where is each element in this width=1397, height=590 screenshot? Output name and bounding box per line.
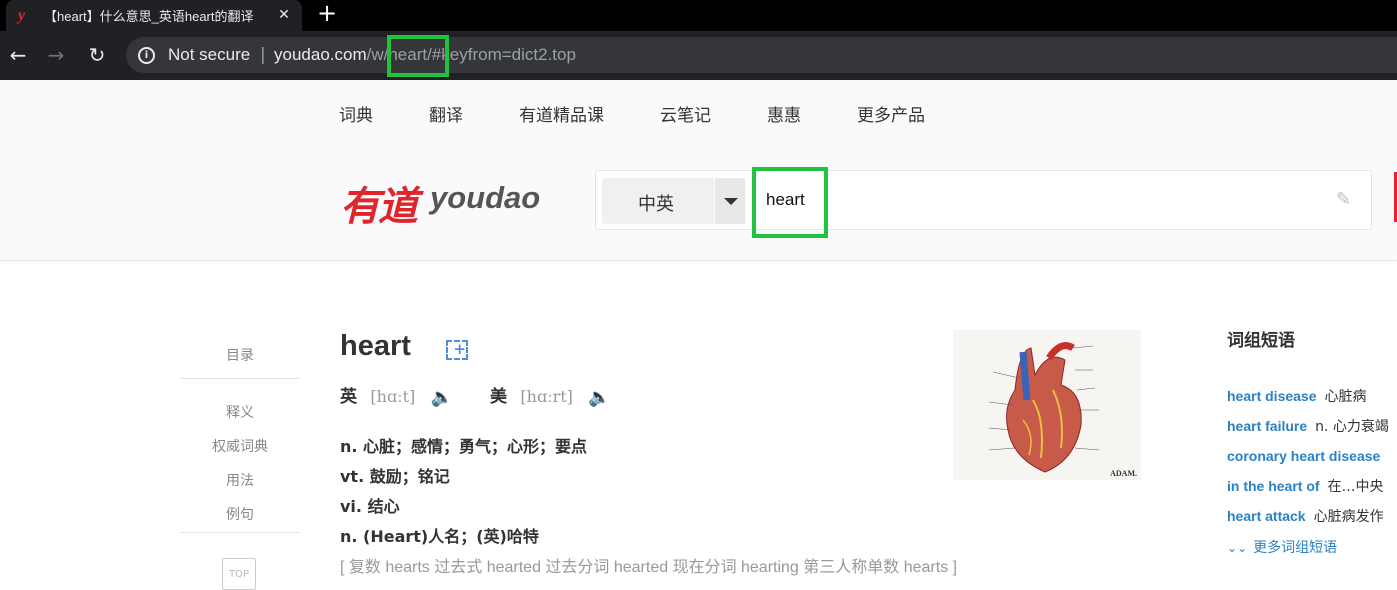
- phrase-link[interactable]: heart attack: [1227, 508, 1306, 524]
- top-navigation: 词典 翻译 有道精品课 云笔记 惠惠 更多产品: [339, 101, 981, 126]
- browser-tab[interactable]: y 【heart】什么意思_英语heart的翻译 ✕: [6, 0, 302, 31]
- nav-translate[interactable]: 翻译: [429, 101, 463, 126]
- url-separator: |: [260, 45, 266, 65]
- list-item: heart failure n. 心力衰竭: [1227, 411, 1397, 441]
- uk-ipa: [hɑːt]: [370, 387, 416, 406]
- heart-anatomy-image[interactable]: ADAM.: [953, 330, 1141, 480]
- search-box: 中英 ✎: [595, 170, 1372, 230]
- phrases-panel: 词组短语 heart disease 心脏病 heart failure n. 心力…: [1227, 326, 1397, 557]
- uk-label: 英: [340, 387, 357, 407]
- url-host: youdao.com: [274, 45, 367, 64]
- phrase-link[interactable]: heart disease: [1227, 388, 1317, 404]
- edit-icon[interactable]: ✎: [1336, 189, 1358, 211]
- toc-divider: [180, 532, 300, 533]
- query-highlight-box: [752, 167, 828, 238]
- toc-item-examples[interactable]: 例句: [180, 498, 300, 532]
- list-item: heart attack 心脏病发作: [1227, 501, 1397, 531]
- add-to-wordbook-icon[interactable]: +: [446, 340, 468, 360]
- forward-arrow-icon[interactable]: →: [44, 43, 68, 67]
- not-secure-label: Not secure: [168, 45, 251, 64]
- us-ipa: [hɑːrt]: [520, 387, 573, 406]
- more-phrases-label: 更多词组短语: [1253, 540, 1338, 556]
- nav-more-products[interactable]: 更多产品: [857, 101, 925, 126]
- uk-pronunciation: 英 [hɑːt] 🔈: [340, 382, 453, 408]
- phrase-meaning: n. 心力衰竭: [1315, 419, 1389, 435]
- translation-line: n. (Heart)人名；(英)哈特: [340, 527, 539, 546]
- toc-item-definitions[interactable]: 释义: [180, 396, 300, 430]
- phrase-meaning: 心脏病: [1324, 389, 1367, 405]
- url-highlight-box: [387, 35, 449, 77]
- youdao-favicon-icon: y: [18, 6, 26, 24]
- image-credit: ADAM.: [1110, 469, 1137, 478]
- toc-item-usage[interactable]: 用法: [180, 464, 300, 498]
- speaker-icon[interactable]: 🔈: [431, 387, 453, 408]
- new-tab-button[interactable]: +: [312, 0, 342, 28]
- phrases-title: 词组短语: [1227, 331, 1295, 351]
- translation-line: vt. 鼓励；铭记: [340, 467, 450, 486]
- toc-item-authoritative[interactable]: 权威词典: [180, 430, 300, 464]
- back-arrow-icon[interactable]: ←: [6, 43, 30, 67]
- double-chevron-down-icon: ⌄⌄: [1227, 541, 1248, 555]
- phrase-link[interactable]: coronary heart disease: [1227, 448, 1380, 464]
- list-item: coronary heart disease: [1227, 441, 1397, 471]
- translation-line: n. 心脏；感情；勇气；心形；要点: [340, 437, 588, 456]
- address-bar[interactable]: i Not secure | youdao.com/w/heart/#keyfr…: [126, 37, 1397, 73]
- nav-cloud-notes[interactable]: 云笔记: [660, 101, 711, 126]
- speaker-icon[interactable]: 🔈: [588, 387, 610, 408]
- nav-courses[interactable]: 有道精品课: [519, 101, 604, 126]
- language-select[interactable]: 中英: [602, 178, 745, 224]
- translation-line: vi. 结心: [340, 497, 400, 516]
- phrase-meaning: 在…中央: [1327, 479, 1384, 495]
- browser-toolbar: ← → ↻ i Not secure | youdao.com/w/heart/…: [0, 31, 1397, 80]
- logo-en-text: youdao: [430, 180, 541, 215]
- tab-close-icon[interactable]: ✕: [274, 5, 294, 25]
- logo-cn-text: 有道: [340, 183, 418, 230]
- more-phrases-link[interactable]: ⌄⌄ 更多词组短语: [1227, 537, 1397, 557]
- phrase-link[interactable]: heart failure: [1227, 418, 1307, 434]
- phrase-meaning: 心脏病发作: [1313, 509, 1384, 525]
- site-header: 词典 翻译 有道精品课 云笔记 惠惠 更多产品 有道 youdao 中英 ✎: [0, 80, 1397, 261]
- reload-icon[interactable]: ↻: [85, 43, 109, 67]
- nav-huihui[interactable]: 惠惠: [767, 101, 801, 126]
- word-forms: [ 复数 hearts 过去式 hearted 过去分词 hearted 现在分…: [340, 559, 958, 576]
- headword: heart: [340, 330, 411, 362]
- chevron-down-icon[interactable]: [714, 178, 745, 224]
- list-item: in the heart of 在…中央: [1227, 471, 1397, 501]
- heart-illustration: [988, 342, 1100, 473]
- info-icon[interactable]: i: [138, 47, 155, 64]
- tab-title: 【heart】什么意思_英语heart的翻译: [44, 9, 254, 24]
- us-label: 美: [490, 387, 507, 407]
- phrase-link[interactable]: in the heart of: [1227, 478, 1320, 494]
- toc-title: 目录: [180, 345, 300, 379]
- search-input[interactable]: [766, 183, 1326, 217]
- us-pronunciation: 美 [hɑːrt] 🔈: [490, 382, 611, 408]
- language-label: 中英: [638, 194, 674, 215]
- youdao-logo[interactable]: 有道 youdao: [340, 174, 550, 230]
- nav-dictionary[interactable]: 词典: [339, 101, 373, 126]
- browser-tab-strip: y 【heart】什么意思_英语heart的翻译 ✕ +: [0, 0, 1397, 31]
- list-item: heart disease 心脏病: [1227, 381, 1397, 411]
- back-to-top-button[interactable]: TOP: [222, 558, 256, 590]
- table-of-contents: 目录 释义 权威词典 用法 例句: [180, 345, 300, 533]
